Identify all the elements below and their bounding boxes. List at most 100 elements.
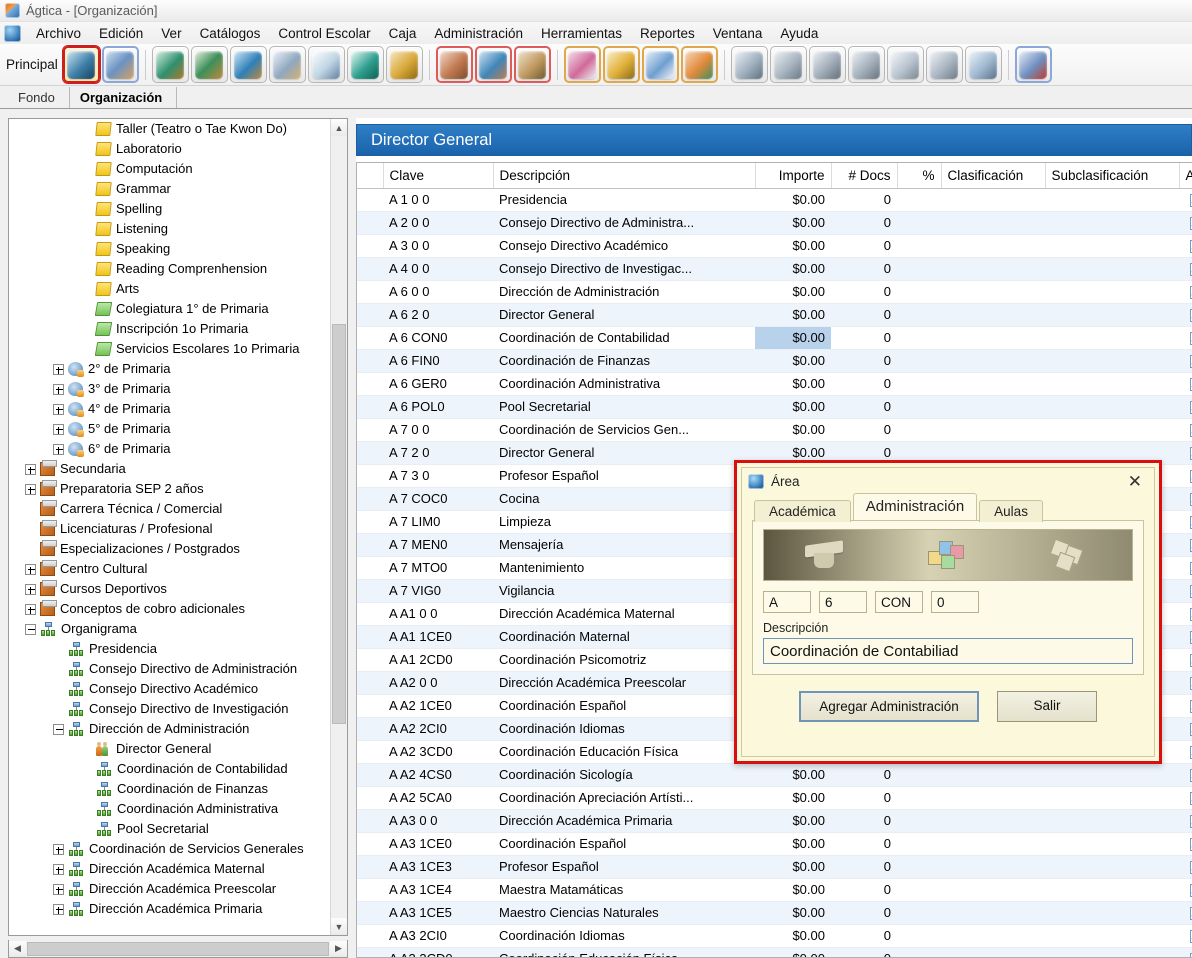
dialog-tab-administraci-n[interactable]: Administración (852, 493, 978, 520)
clave-part-3-input[interactable] (875, 591, 923, 613)
table-row[interactable]: A A2 5CA0 Coordinación Apreciación Artíst… (357, 786, 1192, 810)
expand-node-icon[interactable] (53, 363, 64, 375)
column-header-acti[interactable]: Acti (1179, 163, 1192, 189)
row-selector-cell[interactable] (357, 878, 383, 902)
table-row[interactable]: A A3 0 0 Dirección Académica Primaria $0.0… (357, 809, 1192, 833)
table-row[interactable]: A 6 GER0 Coordinación Administrativa $0.00… (357, 372, 1192, 396)
row-selector-cell[interactable] (357, 579, 383, 603)
tree-node[interactable]: Coordinación Administrativa (9, 799, 329, 819)
table-row[interactable]: A 6 CON0 Coordinación de Contabilidad $0.0… (357, 326, 1192, 350)
tree-node[interactable]: Consejo Directivo Académico (9, 679, 329, 699)
tree-node[interactable]: 6° de Primaria (9, 439, 329, 459)
table-row[interactable]: A 6 0 0 Dirección de Administración $0.00 0 (357, 280, 1192, 304)
column-header-subclasificaci-n[interactable]: Subclasificación (1045, 163, 1180, 189)
menu-item-edici-n[interactable]: Edición (90, 24, 152, 43)
cell-activo[interactable] (1179, 533, 1192, 557)
salir-button[interactable] (1014, 46, 1052, 83)
reporte-pen-button[interactable] (769, 46, 807, 83)
column-header-importe[interactable]: Importe (755, 163, 832, 189)
cell-activo[interactable] (1179, 625, 1192, 649)
personal-web-button[interactable] (474, 46, 512, 83)
tree-node[interactable]: Organigrama (9, 619, 329, 639)
tree-node[interactable]: 5° de Primaria (9, 419, 329, 439)
table-row[interactable]: A 6 POL0 Pool Secretarial $0.00 0 (357, 395, 1192, 419)
scroll-down-arrow-icon[interactable]: ▼ (331, 918, 347, 935)
cell-activo[interactable] (1179, 280, 1192, 304)
tree-node[interactable]: Conceptos de cobro adicionales (9, 599, 329, 619)
expand-node-icon[interactable] (25, 463, 36, 475)
cell-activo[interactable] (1179, 441, 1192, 465)
alumnos-button[interactable] (190, 46, 228, 83)
tree-node[interactable]: Inscripción 1o Primaria (9, 319, 329, 339)
cell-activo[interactable] (1179, 303, 1192, 327)
cell-activo[interactable] (1179, 510, 1192, 534)
cell-activo[interactable] (1179, 717, 1192, 741)
tree-node[interactable]: Speaking (9, 239, 329, 259)
expand-node-icon[interactable] (25, 603, 36, 615)
row-selector-cell[interactable] (357, 924, 383, 948)
row-selector-cell[interactable] (357, 533, 383, 557)
reporte-cash-button[interactable] (847, 46, 885, 83)
scroll-thumb[interactable] (332, 324, 346, 724)
expand-node-icon[interactable] (53, 903, 64, 915)
cell-activo[interactable] (1179, 924, 1192, 948)
plantel-button[interactable] (101, 46, 139, 83)
tree-node[interactable]: Dirección Académica Preescolar (9, 879, 329, 899)
tree-node[interactable]: Dirección Académica Maternal (9, 859, 329, 879)
tree-node[interactable]: Cursos Deportivos (9, 579, 329, 599)
row-selector-cell[interactable] (357, 441, 383, 465)
reporte-web-button[interactable] (730, 46, 768, 83)
table-row[interactable]: A 6 FIN0 Coordinación de Finanzas $0.00 0 (357, 349, 1192, 373)
subir-button[interactable] (641, 46, 679, 83)
nuevo-button[interactable] (563, 46, 601, 83)
row-selector-cell[interactable] (357, 418, 383, 442)
cell-activo[interactable] (1179, 855, 1192, 879)
reporte-staff-button[interactable] (808, 46, 846, 83)
internet-button[interactable] (346, 46, 384, 83)
menu-item-cat-logos[interactable]: Catálogos (191, 24, 270, 43)
scroll-right-arrow-icon[interactable]: ▶ (330, 940, 347, 957)
column-header-clave[interactable]: Clave (383, 163, 494, 189)
table-row[interactable]: A A3 1CE0 Coordinación Español $0.00 0 (357, 832, 1192, 856)
cell-activo[interactable] (1179, 740, 1192, 764)
column-header--docs[interactable]: # Docs (831, 163, 898, 189)
tree-node[interactable]: Listening (9, 219, 329, 239)
table-row[interactable]: A 2 0 0 Consejo Directivo de Administra..… (357, 211, 1192, 235)
editar-button[interactable] (602, 46, 640, 83)
clave-part-1-input[interactable] (763, 591, 811, 613)
menu-item-administraci-n[interactable]: Administración (425, 24, 532, 43)
row-selector-cell[interactable] (357, 257, 383, 281)
row-selector-cell[interactable] (357, 740, 383, 764)
collapse-node-icon[interactable] (25, 623, 36, 635)
tree-node[interactable]: Pool Secretarial (9, 819, 329, 839)
cell-activo[interactable] (1179, 947, 1192, 957)
expand-node-icon[interactable] (53, 843, 64, 855)
row-selector-cell[interactable] (357, 211, 383, 235)
table-row[interactable]: A A3 1CE5 Maestro Ciencias Naturales $0.00… (357, 901, 1192, 925)
row-selector-cell[interactable] (357, 395, 383, 419)
cell-activo[interactable] (1179, 694, 1192, 718)
menu-item-ventana[interactable]: Ventana (704, 24, 772, 43)
expand-node-icon[interactable] (53, 443, 64, 455)
row-selector-cell[interactable] (357, 694, 383, 718)
tree-horizontal-scrollbar[interactable]: ◀ ▶ (8, 940, 348, 958)
close-icon[interactable]: ✕ (1122, 473, 1148, 490)
horarios-button[interactable] (307, 46, 345, 83)
tree-node[interactable]: Coordinación de Contabilidad (9, 759, 329, 779)
reporte-grafica-button[interactable] (964, 46, 1002, 83)
row-selector-cell[interactable] (357, 717, 383, 741)
table-row[interactable]: A 6 2 0 Director General $0.00 0 (357, 303, 1192, 327)
clave-part-2-input[interactable] (819, 591, 867, 613)
cell-activo[interactable] (1179, 878, 1192, 902)
personal-button[interactable] (435, 46, 473, 83)
clave-part-4-input[interactable] (931, 591, 979, 613)
expand-node-icon[interactable] (53, 423, 64, 435)
inscripcion-button[interactable] (151, 46, 189, 83)
menu-item-ver[interactable]: Ver (152, 24, 190, 43)
expand-node-icon[interactable] (25, 483, 36, 495)
tree-node[interactable]: Coordinación de Servicios Generales (9, 839, 329, 859)
cell-activo[interactable] (1179, 464, 1192, 488)
web-alumnos-button[interactable] (229, 46, 267, 83)
cell-activo[interactable] (1179, 648, 1192, 672)
tree-vertical-scrollbar[interactable]: ▲ ▼ (330, 119, 347, 935)
